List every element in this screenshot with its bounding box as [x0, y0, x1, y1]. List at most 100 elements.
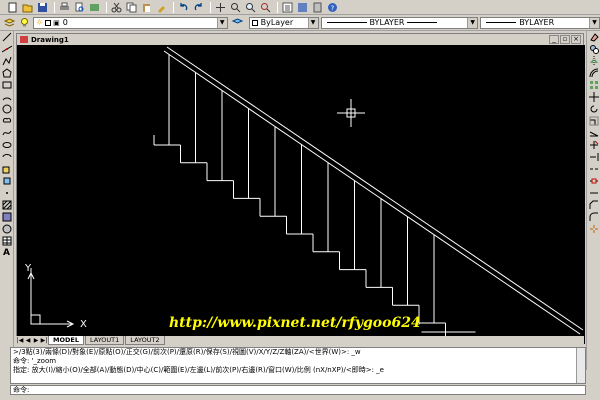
hatch-icon[interactable]: [1, 200, 12, 211]
crosshair-cursor: [337, 99, 365, 127]
layer-manager-icon[interactable]: [3, 17, 16, 29]
chevron-down-icon[interactable]: ▼: [467, 17, 478, 28]
tab-layout1[interactable]: LAYOUT1: [84, 336, 125, 345]
first-tab-arrow-icon[interactable]: |◀: [16, 337, 24, 345]
print-icon[interactable]: [58, 1, 71, 13]
chevron-down-icon[interactable]: ▼: [589, 17, 600, 28]
status-bar: [0, 395, 600, 400]
lineweight-sample: [486, 22, 517, 23]
ellipse-arc-icon[interactable]: [1, 152, 12, 163]
staircase: [153, 46, 584, 341]
axis-y-label: Y: [24, 263, 32, 274]
pan-icon[interactable]: [214, 1, 227, 13]
ellipse-icon[interactable]: [1, 140, 12, 151]
region-icon[interactable]: [1, 224, 12, 235]
print-preview-icon[interactable]: [73, 1, 86, 13]
gradient-icon[interactable]: [1, 212, 12, 223]
layers-properties-toolbar: ☼ ▣ 0 ▼ ByLayer ▼ BYLAYER ▼ BYLAYER ▼: [0, 15, 600, 31]
lineweight-dropdown[interactable]: BYLAYER ▼: [480, 16, 600, 29]
mirror-icon[interactable]: [588, 56, 599, 67]
layer-dropdown[interactable]: ☼ ▣ 0 ▼: [32, 16, 228, 29]
tab-model[interactable]: MODEL: [48, 336, 84, 345]
spline-icon[interactable]: [1, 128, 12, 139]
command-scrollbar[interactable]: [576, 348, 585, 383]
command-prompt-input[interactable]: 命令:: [10, 385, 586, 395]
axis-x-label: X: [80, 319, 87, 330]
design-center-icon[interactable]: [296, 1, 309, 13]
model-space-canvas[interactable]: Y X http://www.pixnet.net/rfygoo624: [17, 45, 585, 344]
point-icon[interactable]: [1, 188, 12, 199]
lineweight-value: BYLAYER: [519, 18, 555, 27]
break-icon[interactable]: [588, 176, 599, 187]
line-icon[interactable]: [1, 32, 12, 43]
chamfer-icon[interactable]: [588, 200, 599, 211]
drawing-title-text: Drawing1: [31, 35, 69, 44]
explode-icon[interactable]: [588, 224, 599, 235]
construction-line-icon[interactable]: [1, 44, 12, 55]
undo-icon[interactable]: [177, 1, 190, 13]
arc-icon[interactable]: [1, 92, 12, 103]
copy-icon[interactable]: [125, 1, 138, 13]
match-properties-icon[interactable]: [155, 1, 168, 13]
erase-icon[interactable]: [588, 32, 599, 43]
scale-icon[interactable]: [588, 116, 599, 127]
publish-icon[interactable]: [88, 1, 101, 13]
trim-icon[interactable]: [588, 140, 599, 151]
revision-cloud-icon[interactable]: [1, 116, 12, 127]
linetype-sample-right: [407, 22, 438, 23]
chevron-down-icon[interactable]: ▼: [307, 17, 318, 28]
minimize-button[interactable]: _: [549, 35, 559, 44]
draw-toolbar: A: [0, 31, 14, 370]
make-object-layer-current-icon[interactable]: [231, 17, 244, 29]
close-button[interactable]: ×: [571, 35, 581, 44]
color-swatch-icon: [251, 19, 258, 26]
next-tab-arrow-icon[interactable]: ▶: [32, 337, 40, 345]
color-dropdown[interactable]: ByLayer ▼: [248, 16, 319, 29]
fillet-icon[interactable]: [588, 212, 599, 223]
redo-icon[interactable]: [192, 1, 205, 13]
sun-icon: ☼: [35, 18, 44, 27]
properties-icon[interactable]: [281, 1, 294, 13]
save-icon[interactable]: [36, 1, 49, 13]
move-icon[interactable]: [588, 92, 599, 103]
table-icon[interactable]: [1, 236, 12, 247]
chevron-down-icon[interactable]: ▼: [216, 17, 227, 28]
help-icon[interactable]: ?: [326, 1, 339, 13]
array-icon[interactable]: [588, 80, 599, 91]
join-icon[interactable]: [588, 188, 599, 199]
ucs-axis-icon: Y X: [24, 263, 87, 330]
copy-object-icon[interactable]: [588, 44, 599, 55]
svg-text:?: ?: [331, 4, 335, 12]
restore-button[interactable]: ▫: [560, 35, 570, 44]
layer-name: 0: [62, 18, 68, 27]
new-file-icon[interactable]: [6, 1, 19, 13]
tool-palettes-icon[interactable]: [311, 1, 324, 13]
circle-icon[interactable]: [1, 104, 12, 115]
rotate-icon[interactable]: [588, 104, 599, 115]
zoom-previous-icon[interactable]: [259, 1, 272, 13]
linetype-sample: [326, 22, 367, 23]
cut-icon[interactable]: [110, 1, 123, 13]
zoom-realtime-icon[interactable]: [229, 1, 242, 13]
multiline-text-icon[interactable]: A: [1, 248, 12, 259]
cad-application: ? ☼ ▣ 0 ▼ ByLayer ▼ BYLAYER ▼ BYLAYER ▼: [0, 0, 600, 400]
break-at-point-icon[interactable]: [588, 164, 599, 175]
stretch-icon[interactable]: [588, 128, 599, 139]
linetype-dropdown[interactable]: BYLAYER ▼: [320, 16, 479, 29]
zoom-window-icon[interactable]: [244, 1, 257, 13]
last-tab-arrow-icon[interactable]: ▶|: [40, 337, 48, 345]
extend-icon[interactable]: [588, 152, 599, 163]
tab-layout2[interactable]: LAYOUT2: [125, 336, 165, 345]
make-block-icon[interactable]: [1, 176, 12, 187]
insert-block-icon[interactable]: [1, 164, 12, 175]
prev-tab-arrow-icon[interactable]: ◀: [24, 337, 32, 345]
color-value: ByLayer: [260, 18, 294, 27]
open-folder-icon[interactable]: [21, 1, 34, 13]
polyline-icon[interactable]: [1, 56, 12, 67]
rectangle-icon[interactable]: [1, 80, 12, 91]
paste-icon[interactable]: [140, 1, 153, 13]
layer-state-bulb-icon: [18, 17, 31, 29]
polygon-icon[interactable]: [1, 68, 12, 79]
offset-icon[interactable]: [588, 68, 599, 79]
drawing-title[interactable]: Drawing1: [17, 34, 73, 45]
